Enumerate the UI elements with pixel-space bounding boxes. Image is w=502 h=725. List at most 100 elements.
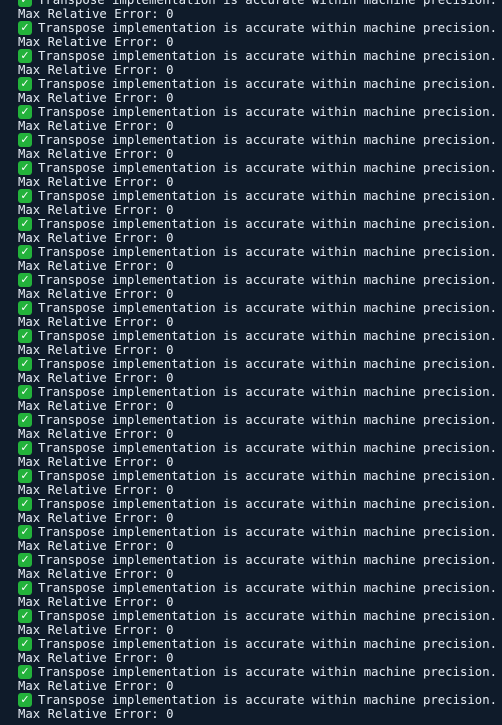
success-line: ✓ Transpose implementation is accurate wi… (18, 301, 502, 315)
success-message: Transpose implementation is accurate wit… (38, 273, 498, 287)
error-line: Max Relative Error: 0 (18, 63, 502, 77)
success-message: Transpose implementation is accurate wit… (38, 49, 498, 63)
success-line: ✓ Transpose implementation is accurate wi… (18, 329, 502, 343)
max-relative-error-text: Max Relative Error: 0 (18, 91, 174, 105)
success-message: Transpose implementation is accurate wit… (38, 441, 498, 455)
success-line: ✓ Transpose implementation is accurate wi… (18, 105, 502, 119)
max-relative-error-text: Max Relative Error: 0 (18, 287, 174, 301)
max-relative-error-text: Max Relative Error: 0 (18, 231, 174, 245)
check-mark-icon: ✓ (18, 245, 32, 259)
success-line: ✓ Transpose implementation is accurate wi… (18, 273, 502, 287)
max-relative-error-text: Max Relative Error: 0 (18, 455, 174, 469)
success-message: Transpose implementation is accurate wit… (38, 21, 498, 35)
success-line: ✓ Transpose implementation is accurate wi… (18, 21, 502, 35)
terminal-window[interactable]: ✓ Transpose implementation is accurate wi… (0, 0, 502, 725)
check-mark-icon: ✓ (18, 189, 32, 203)
success-line: ✓ Transpose implementation is accurate wi… (18, 0, 502, 7)
check-mark-icon: ✓ (18, 273, 32, 287)
max-relative-error-text: Max Relative Error: 0 (18, 119, 174, 133)
success-message: Transpose implementation is accurate wit… (38, 217, 498, 231)
check-mark-icon: ✓ (18, 413, 32, 427)
max-relative-error-text: Max Relative Error: 0 (18, 511, 174, 525)
check-mark-icon: ✓ (18, 161, 32, 175)
success-message: Transpose implementation is accurate wit… (38, 0, 498, 7)
max-relative-error-text: Max Relative Error: 0 (18, 567, 174, 581)
success-line: ✓ Transpose implementation is accurate wi… (18, 469, 502, 483)
success-message: Transpose implementation is accurate wit… (38, 581, 498, 595)
error-line: Max Relative Error: 0 (18, 651, 502, 665)
check-mark-icon: ✓ (18, 385, 32, 399)
error-line: Max Relative Error: 0 (18, 511, 502, 525)
error-line: Max Relative Error: 0 (18, 203, 502, 217)
success-message: Transpose implementation is accurate wit… (38, 189, 498, 203)
success-line: ✓ Transpose implementation is accurate wi… (18, 693, 502, 707)
error-line: Max Relative Error: 0 (18, 539, 502, 553)
success-message: Transpose implementation is accurate wit… (38, 133, 498, 147)
success-message: Transpose implementation is accurate wit… (38, 665, 498, 679)
success-message: Transpose implementation is accurate wit… (38, 357, 498, 371)
max-relative-error-text: Max Relative Error: 0 (18, 483, 174, 497)
check-mark-icon: ✓ (18, 693, 32, 707)
success-message: Transpose implementation is accurate wit… (38, 553, 498, 567)
max-relative-error-text: Max Relative Error: 0 (18, 175, 174, 189)
error-line: Max Relative Error: 0 (18, 175, 502, 189)
check-mark-icon: ✓ (18, 329, 32, 343)
success-line: ✓ Transpose implementation is accurate wi… (18, 161, 502, 175)
error-line: Max Relative Error: 0 (18, 707, 502, 721)
success-line: ✓ Transpose implementation is accurate wi… (18, 217, 502, 231)
success-message: Transpose implementation is accurate wit… (38, 637, 498, 651)
error-line: Max Relative Error: 0 (18, 455, 502, 469)
max-relative-error-text: Max Relative Error: 0 (18, 595, 174, 609)
check-mark-icon: ✓ (18, 0, 32, 7)
success-line: ✓ Transpose implementation is accurate wi… (18, 413, 502, 427)
success-message: Transpose implementation is accurate wit… (38, 301, 498, 315)
success-line: ✓ Transpose implementation is accurate wi… (18, 441, 502, 455)
check-mark-icon: ✓ (18, 49, 32, 63)
check-mark-icon: ✓ (18, 637, 32, 651)
success-line: ✓ Transpose implementation is accurate wi… (18, 497, 502, 511)
max-relative-error-text: Max Relative Error: 0 (18, 707, 174, 721)
check-mark-icon: ✓ (18, 441, 32, 455)
error-line: Max Relative Error: 0 (18, 231, 502, 245)
max-relative-error-text: Max Relative Error: 0 (18, 35, 174, 49)
check-mark-icon: ✓ (18, 665, 32, 679)
success-message: Transpose implementation is accurate wit… (38, 77, 498, 91)
max-relative-error-text: Max Relative Error: 0 (18, 63, 174, 77)
success-message: Transpose implementation is accurate wit… (38, 329, 498, 343)
error-line: Max Relative Error: 0 (18, 91, 502, 105)
success-message: Transpose implementation is accurate wit… (38, 497, 498, 511)
max-relative-error-text: Max Relative Error: 0 (18, 399, 174, 413)
success-message: Transpose implementation is accurate wit… (38, 161, 498, 175)
success-message: Transpose implementation is accurate wit… (38, 105, 498, 119)
check-mark-icon: ✓ (18, 21, 32, 35)
check-mark-icon: ✓ (18, 469, 32, 483)
terminal-output: ✓ Transpose implementation is accurate wi… (18, 0, 502, 721)
max-relative-error-text: Max Relative Error: 0 (18, 539, 174, 553)
error-line: Max Relative Error: 0 (18, 7, 502, 21)
check-mark-icon: ✓ (18, 105, 32, 119)
error-line: Max Relative Error: 0 (18, 147, 502, 161)
success-line: ✓ Transpose implementation is accurate wi… (18, 189, 502, 203)
max-relative-error-text: Max Relative Error: 0 (18, 371, 174, 385)
error-line: Max Relative Error: 0 (18, 35, 502, 49)
error-line: Max Relative Error: 0 (18, 567, 502, 581)
success-line: ✓ Transpose implementation is accurate wi… (18, 133, 502, 147)
error-line: Max Relative Error: 0 (18, 427, 502, 441)
success-line: ✓ Transpose implementation is accurate wi… (18, 525, 502, 539)
error-line: Max Relative Error: 0 (18, 595, 502, 609)
success-line: ✓ Transpose implementation is accurate wi… (18, 77, 502, 91)
success-message: Transpose implementation is accurate wit… (38, 245, 498, 259)
error-line: Max Relative Error: 0 (18, 343, 502, 357)
max-relative-error-text: Max Relative Error: 0 (18, 147, 174, 161)
success-line: ✓ Transpose implementation is accurate wi… (18, 357, 502, 371)
error-line: Max Relative Error: 0 (18, 371, 502, 385)
success-line: ✓ Transpose implementation is accurate wi… (18, 665, 502, 679)
check-mark-icon: ✓ (18, 609, 32, 623)
success-message: Transpose implementation is accurate wit… (38, 413, 498, 427)
success-line: ✓ Transpose implementation is accurate wi… (18, 385, 502, 399)
error-line: Max Relative Error: 0 (18, 679, 502, 693)
check-mark-icon: ✓ (18, 217, 32, 231)
success-line: ✓ Transpose implementation is accurate wi… (18, 553, 502, 567)
max-relative-error-text: Max Relative Error: 0 (18, 259, 174, 273)
error-line: Max Relative Error: 0 (18, 399, 502, 413)
